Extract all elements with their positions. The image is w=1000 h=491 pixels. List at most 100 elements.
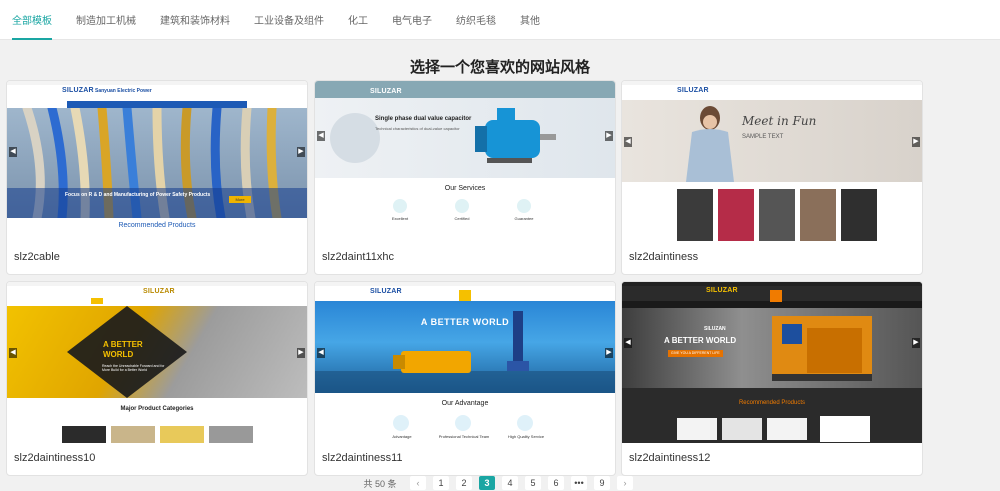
template-card[interactable]: SILUZAR Single phase dual value capacito… [314, 80, 616, 275]
banner-title: Single phase dual value capacitor [375, 116, 472, 122]
tab-textile[interactable]: 纺织毛毯 [456, 0, 496, 40]
template-name: slz2cable [14, 251, 60, 263]
next-arrow-icon: ▶ [297, 348, 305, 358]
product-thumb [767, 418, 807, 440]
pagination: 共 50 条 ‹ 1 2 3 4 5 6 ••• 9 › [0, 476, 1000, 490]
product-thumb [111, 426, 155, 443]
feature-label: High Quality Service [507, 434, 545, 439]
tab-all-templates[interactable]: 全部模板 [12, 0, 52, 40]
next-page-button[interactable]: › [617, 476, 633, 490]
prev-arrow-icon: ◀ [317, 348, 325, 358]
tab-industrial-equipment[interactable]: 工业设备及组件 [254, 0, 324, 40]
prev-arrow-icon: ◀ [624, 137, 632, 147]
page-title: 选择一个您喜欢的网站风格 [409, 59, 590, 76]
page-button[interactable]: 1 [433, 476, 449, 490]
category-tabs: 全部模板 制造加工机械 建筑和装饰材料 工业设备及组件 化工 电气电子 纺织毛毯… [0, 0, 1000, 40]
template-name: slz2daintiness12 [629, 452, 711, 464]
page-button-current[interactable]: 3 [479, 476, 495, 490]
prev-arrow-icon: ◀ [624, 338, 632, 348]
template-card[interactable]: SILUZAR SILUZAN A BETTER WORLD GIVE YOU … [621, 281, 923, 476]
template-card[interactable]: SILUZAR A BETTER WORLD Our Advantage Adv… [314, 281, 616, 476]
template-logo: SILUZAR [677, 87, 709, 94]
template-logo: SILUZAR [706, 287, 738, 294]
template-thumbnail: SILUZAR Sanyuan Electric Power Focus on … [7, 81, 307, 242]
next-arrow-icon: ▶ [605, 348, 613, 358]
template-logo: SILUZAR [370, 88, 402, 95]
motor-image [330, 108, 556, 163]
product-thumb [160, 426, 204, 443]
template-card[interactable]: SILUZAR Sanyuan Electric Power Focus on … [6, 80, 308, 275]
next-arrow-icon: ▶ [605, 131, 613, 141]
banner-subtitle: SAMPLE TEXT [742, 134, 784, 140]
category-panel [820, 416, 870, 442]
banner-more-button: More [229, 196, 251, 203]
banner-text: Focus on R & D and Manufacturing of Powe… [65, 192, 211, 198]
feature-label: Certified [454, 216, 470, 221]
feature-label: Advantage [392, 434, 412, 439]
template-card[interactable]: SILUZAR Meet in Fun SAMPLE TEXT ◀ ▶ slz2… [621, 80, 923, 275]
next-arrow-icon: ▶ [912, 137, 920, 147]
tab-electrical[interactable]: 电气电子 [392, 0, 432, 40]
product-thumb [677, 418, 717, 440]
banner-subtitle: Technical characteristics of dual-value … [375, 126, 460, 131]
product-thumb [759, 189, 795, 241]
tab-building-materials[interactable]: 建筑和装饰材料 [160, 0, 230, 40]
product-thumb [800, 189, 836, 241]
page-button[interactable]: 6 [548, 476, 564, 490]
prev-arrow-icon: ◀ [9, 348, 17, 358]
feature-label: Professional Technical Team [438, 434, 490, 439]
page-button[interactable]: 4 [502, 476, 518, 490]
template-name: slz2daint11xhc [322, 251, 394, 263]
total-count: 共 50 条 [363, 478, 397, 489]
prev-arrow-icon: ◀ [317, 131, 325, 141]
service-icon [393, 199, 407, 213]
template-thumbnail: SILUZAR A BETTER WORLD Our Advantage Adv… [315, 282, 615, 443]
service-icon [455, 199, 469, 213]
prev-page-button[interactable]: ‹ [410, 476, 426, 490]
template-logo: SILUZAR [62, 87, 94, 94]
section-title: Major Product Categories [120, 406, 194, 412]
machine-image [772, 316, 872, 381]
product-thumb [62, 426, 106, 443]
feature-label: Guarantee [514, 216, 534, 221]
banner-button: GIVE YOU A DIFFERENT LIFE [668, 350, 723, 357]
product-thumb [718, 189, 754, 241]
page-button[interactable]: 2 [456, 476, 472, 490]
page-ellipsis[interactable]: ••• [571, 476, 587, 490]
template-logo: SILUZAR [143, 288, 175, 295]
next-arrow-icon: ▶ [912, 338, 920, 348]
template-thumbnail: SILUZAR SILUZAN A BETTER WORLD GIVE YOU … [622, 282, 922, 443]
banner-title: A BETTER WORLD [103, 340, 143, 359]
template-company: Sanyuan Electric Power [95, 88, 152, 94]
page-button[interactable]: 9 [594, 476, 610, 490]
product-thumb [841, 189, 877, 241]
tab-chemical[interactable]: 化工 [348, 0, 368, 40]
template-card[interactable]: SILUZAR A BETTER WORLD Reach the Unreach… [6, 281, 308, 476]
product-thumb [677, 189, 713, 241]
page-button[interactable]: 5 [525, 476, 541, 490]
template-name: slz2daintiness10 [14, 452, 96, 464]
template-logo: SILUZAR [370, 288, 402, 295]
pump-image [315, 311, 615, 393]
section-title: Recommended Products [738, 400, 806, 406]
template-name: slz2daintiness [629, 251, 699, 263]
model-image [686, 106, 734, 182]
section-title: Our Advantage [441, 400, 489, 407]
advantage-icon [517, 415, 533, 431]
tab-other[interactable]: 其他 [520, 0, 540, 40]
advantage-icon [455, 415, 471, 431]
banner-brand: SILUZAN [704, 326, 726, 332]
tab-manufacturing-machinery[interactable]: 制造加工机械 [76, 0, 136, 40]
template-name: slz2daintiness11 [322, 452, 403, 464]
product-thumb [722, 418, 762, 440]
category-bar: 全部模板 制造加工机械 建筑和装饰材料 工业设备及组件 化工 电气电子 纺织毛毯… [0, 0, 1000, 40]
banner-subtitle: Reach the Unreachable Forward and for Mo… [102, 364, 165, 372]
template-thumbnail: SILUZAR Meet in Fun SAMPLE TEXT ◀ ▶ [622, 81, 922, 242]
template-thumbnail: SILUZAR A BETTER WORLD Reach the Unreach… [7, 282, 307, 443]
template-thumbnail: SILUZAR Single phase dual value capacito… [315, 81, 615, 242]
section-title: Our Services [444, 185, 486, 192]
banner-title: A BETTER WORLD [420, 317, 510, 327]
next-arrow-icon: ▶ [297, 147, 305, 157]
prev-arrow-icon: ◀ [9, 147, 17, 157]
service-icon [517, 199, 531, 213]
